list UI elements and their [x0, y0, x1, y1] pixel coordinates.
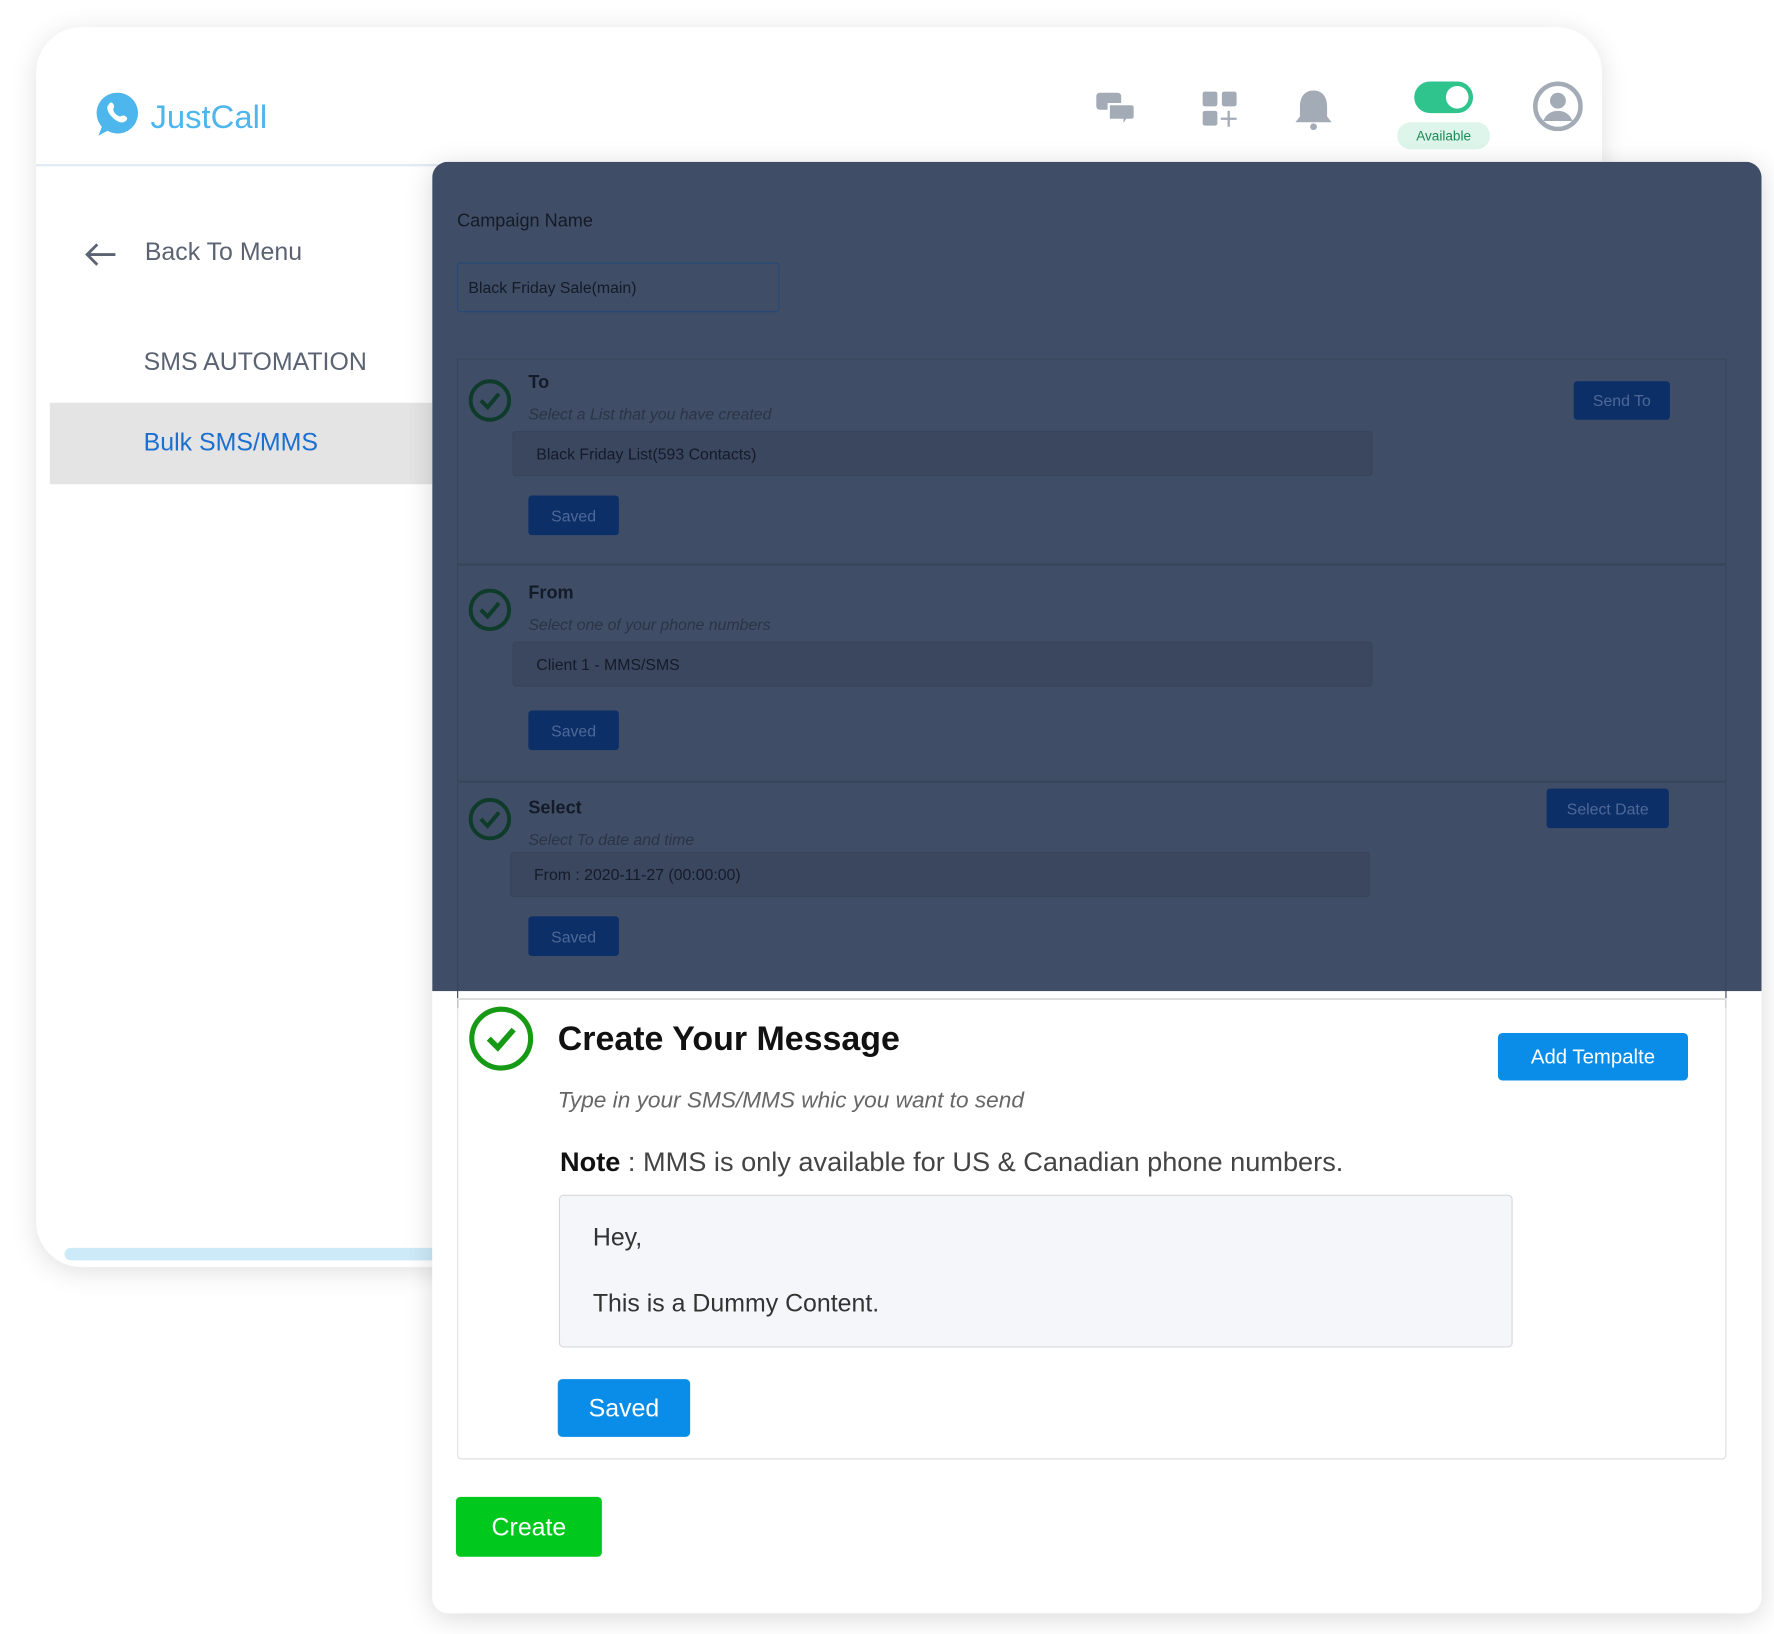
step-to: To Select a List that you have created B… [457, 358, 1727, 565]
apps-add-icon[interactable] [1202, 91, 1240, 129]
saved-button[interactable]: Saved [528, 495, 619, 536]
sidebar-item-label: Bulk SMS/MMS [143, 427, 318, 456]
select-date-button[interactable]: Select Date [1546, 788, 1669, 829]
message-textarea[interactable]: Hey, This is a Dummy Content. [558, 1194, 1513, 1348]
saved-button[interactable]: Saved [528, 710, 619, 751]
campaign-name-input[interactable]: Black Friday Sale(main) [457, 262, 780, 313]
message-line: Hey, [592, 1223, 643, 1252]
dimmed-overlay: Campaign Name Black Friday Sale(main) To… [432, 161, 1762, 1009]
message-subtitle: Type in your SMS/MMS whic you want to se… [557, 1088, 1024, 1114]
note-text: : MMS is only available for US & Canadia… [620, 1147, 1344, 1178]
chat-icon[interactable] [1095, 91, 1136, 129]
step-select-date: Select Select To date and time From : 20… [457, 781, 1727, 1009]
phone-number-select[interactable]: Client 1 - MMS/SMS [512, 641, 1373, 687]
note-label: Note [560, 1147, 621, 1178]
arrow-left-icon[interactable] [84, 242, 118, 267]
avatar-icon[interactable] [1533, 81, 1583, 132]
bell-icon[interactable] [1294, 88, 1332, 131]
check-circle-icon [469, 1006, 534, 1071]
campaign-form-panel: Campaign Name Black Friday Sale(main) To… [432, 161, 1762, 1614]
horizontal-scrollbar[interactable] [64, 1247, 450, 1261]
top-header: JustCall Available [36, 27, 1603, 167]
step-title: From [528, 583, 574, 604]
step-title: To [528, 373, 550, 393]
message-line: This is a Dummy Content. [592, 1288, 880, 1317]
date-field[interactable]: From : 2020-11-27 (00:00:00) [510, 851, 1371, 898]
campaign-name-label: Campaign Name [457, 211, 593, 231]
check-circle-icon [468, 379, 512, 422]
step-create-message: Create Your Message Add Tempalte Type in… [457, 997, 1727, 1460]
check-circle-icon [468, 588, 512, 632]
availability-toggle[interactable] [1414, 81, 1474, 114]
sidebar-section-heading: SMS AUTOMATION [143, 347, 367, 376]
add-template-button[interactable]: Add Tempalte [1497, 1032, 1689, 1081]
app-name: JustCall [150, 99, 268, 136]
list-select[interactable]: Black Friday List(593 Contacts) [512, 431, 1373, 477]
create-button[interactable]: Create [455, 1496, 602, 1557]
check-circle-icon [468, 797, 512, 841]
send-to-button[interactable]: Send To [1573, 381, 1670, 420]
justcall-logo-icon [96, 92, 139, 136]
saved-button[interactable]: Saved [557, 1379, 691, 1437]
mms-note: Note : MMS is only available for US & Ca… [560, 1147, 1343, 1179]
step-subtitle: Select To date and time [528, 830, 695, 849]
step-subtitle: Select a List that you have created [528, 405, 772, 424]
saved-button[interactable]: Saved [528, 916, 619, 957]
step-from: From Select one of your phone numbers Cl… [457, 564, 1727, 782]
step-title: Select [528, 798, 582, 818]
sidebar-item-bulk-sms-mms[interactable]: Bulk SMS/MMS [49, 402, 458, 485]
back-to-menu-link[interactable]: Back To Menu [145, 238, 302, 267]
step-subtitle: Select one of your phone numbers [528, 615, 771, 634]
status-badge: Available [1397, 122, 1491, 150]
message-title: Create Your Message [557, 1020, 900, 1058]
